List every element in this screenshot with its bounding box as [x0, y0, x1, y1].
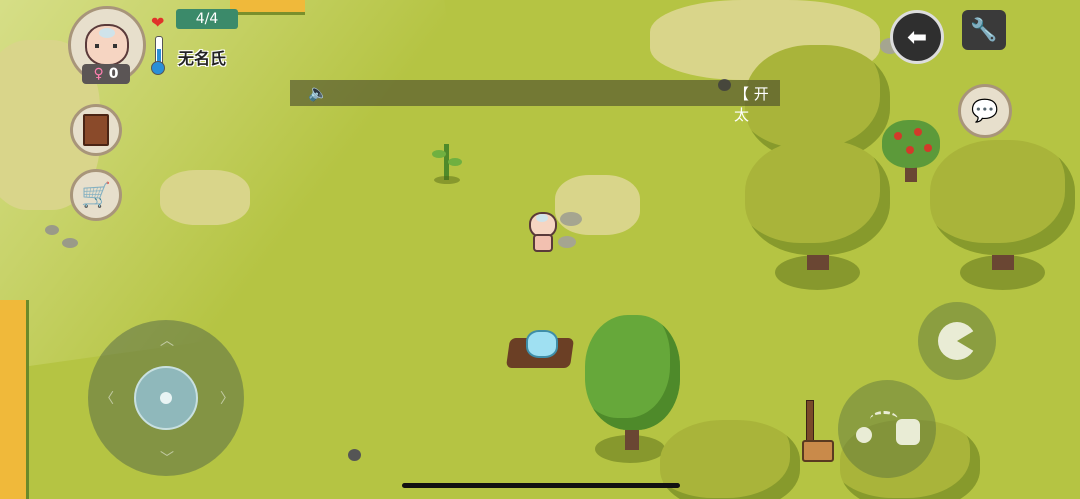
- broadcast-bar: 🔈 【 开太: [290, 80, 780, 124]
- pebble[interactable]: [348, 449, 361, 461]
- right-arrow-icon: 〉: [220, 391, 234, 407]
- home-indicator[interactable]: [402, 483, 680, 488]
- joystick-knob[interactable]: [134, 366, 198, 430]
- stone: [560, 212, 582, 226]
- book-icon: [83, 114, 109, 146]
- sand-patch: [160, 170, 250, 225]
- cart-icon: 🛒: [81, 181, 111, 209]
- up-arrow-icon: ︿: [160, 333, 174, 349]
- eat-button[interactable]: [918, 302, 996, 380]
- stone: [45, 225, 59, 235]
- arrow-left-icon: ⬅: [906, 23, 928, 51]
- journal-button[interactable]: [70, 104, 122, 156]
- chat-bubble-icon: 💬: [971, 98, 999, 124]
- female-icon: ♀: [93, 66, 104, 82]
- oak-tree[interactable]: [930, 140, 1075, 290]
- left-arrow-icon: 〈: [100, 391, 114, 407]
- sand-patch: [555, 175, 640, 235]
- sand-cliff-top: [230, 0, 305, 15]
- shop-button[interactable]: 🛒: [70, 169, 122, 221]
- apple-tree[interactable]: [882, 120, 940, 185]
- speaker-icon: 🔈: [308, 83, 328, 102]
- heart-icon: ❤: [151, 13, 165, 32]
- eat-icon: [938, 322, 976, 360]
- wrench-icon: 🔧: [970, 17, 998, 43]
- player-name: 无名氏: [178, 49, 227, 68]
- oak-tree[interactable]: [660, 420, 800, 499]
- back-button[interactable]: ⬅: [890, 10, 944, 64]
- chat-button[interactable]: 💬: [958, 84, 1012, 138]
- water-basin[interactable]: [505, 328, 575, 370]
- settings-button[interactable]: 🔧: [962, 10, 1006, 50]
- sapling[interactable]: [430, 140, 464, 185]
- broadcast-text: 【 开太: [734, 85, 769, 124]
- health-bar: 4/4: [176, 9, 238, 29]
- down-arrow-icon: ﹀: [160, 451, 174, 467]
- player-character[interactable]: [526, 212, 557, 252]
- sand-cliff-left: [0, 300, 29, 499]
- throw-button[interactable]: [838, 380, 936, 478]
- virtual-joystick[interactable]: ︿ ﹀ 〈 〉: [88, 320, 244, 476]
- health-text: 4/4: [195, 11, 219, 27]
- stone: [558, 236, 576, 248]
- wooden-tool[interactable]: [800, 400, 834, 462]
- stone: [62, 238, 78, 248]
- throw-icon: [852, 409, 922, 449]
- gender-badge: ♀ 0: [82, 64, 130, 84]
- gender-count: 0: [108, 66, 119, 82]
- thermometer-bulb: [151, 61, 165, 75]
- oak-tree[interactable]: [745, 140, 890, 290]
